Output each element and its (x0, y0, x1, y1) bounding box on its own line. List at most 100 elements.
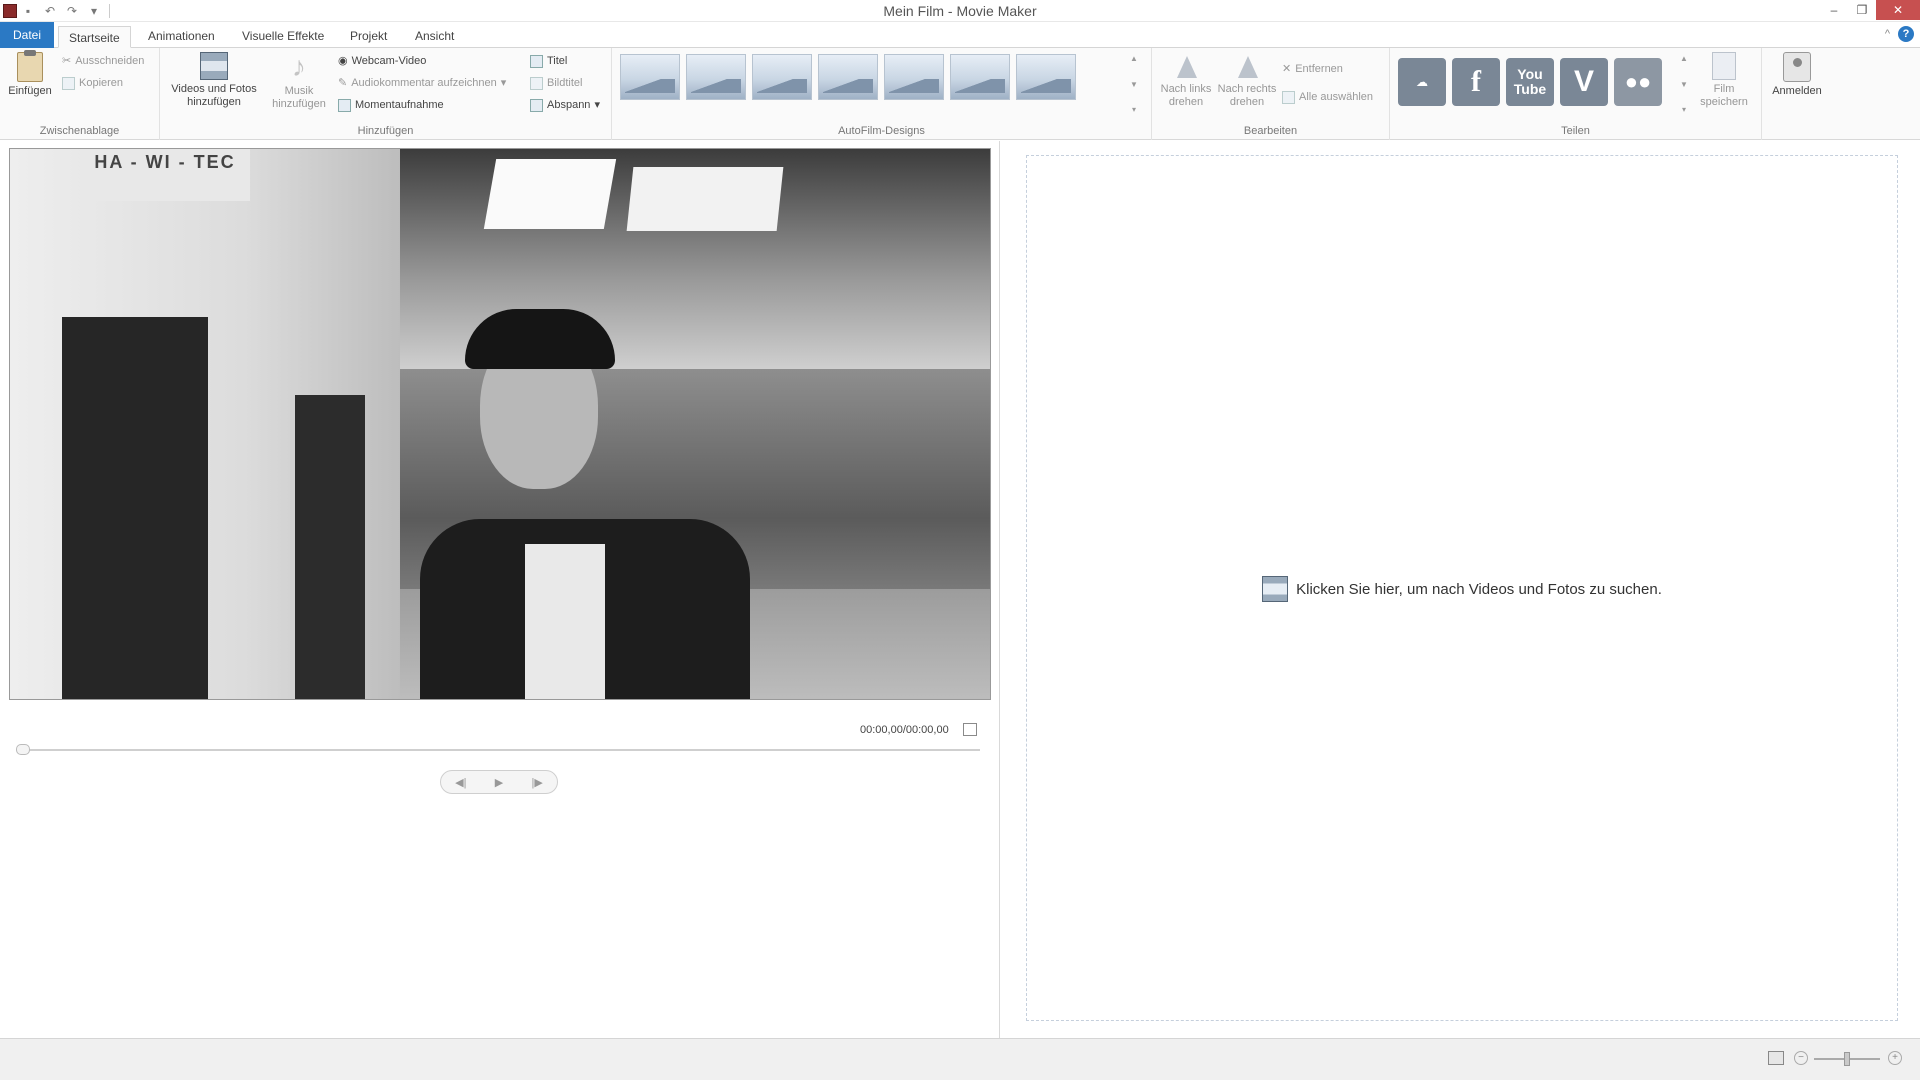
qat-separator (109, 4, 110, 18)
tab-animationen[interactable]: Animationen (146, 25, 217, 47)
scroll-down-icon[interactable]: ▼ (1130, 80, 1138, 89)
minimize-ribbon-icon[interactable]: ^ (1885, 28, 1890, 40)
save-movie-button[interactable]: Film speichern (1694, 52, 1754, 109)
snapshot-label: Momentaufnahme (355, 99, 444, 111)
chevron-down-icon: ▾ (594, 99, 600, 111)
tab-projekt[interactable]: Projekt (348, 25, 389, 47)
seek-thumb[interactable] (16, 744, 30, 755)
add-music-button[interactable]: ♪ Musik hinzufügen (264, 52, 334, 111)
copy-button[interactable]: Kopieren (62, 74, 123, 92)
ribbon-tabs: Datei Startseite Animationen Visuelle Ef… (0, 22, 1920, 48)
storyboard-view-icon[interactable] (1768, 1051, 1784, 1065)
save-movie-label-2: speichern (1700, 96, 1748, 108)
redo-icon[interactable]: ↷ (61, 0, 83, 22)
music-note-icon: ♪ (292, 51, 306, 82)
vimeo-icon[interactable]: V (1560, 58, 1608, 106)
share-gallery-scroll[interactable]: ▲ ▼ ▾ (1678, 54, 1690, 114)
scroll-down-icon[interactable]: ▼ (1680, 80, 1688, 89)
sign-in-button[interactable]: Anmelden (1768, 52, 1826, 98)
cut-label: Ausschneiden (75, 55, 145, 67)
tab-startseite[interactable]: Startseite (58, 26, 131, 48)
paste-label: Einfügen (8, 85, 52, 97)
tab-datei[interactable]: Datei (0, 22, 54, 48)
zoom-in-icon[interactable]: + (1888, 1051, 1902, 1065)
paste-button[interactable]: Einfügen (6, 50, 54, 98)
rotate-left-button[interactable]: Nach links drehen (1156, 52, 1216, 109)
rotate-right-label-1: Nach rechts (1217, 83, 1277, 95)
title-icon (530, 54, 543, 68)
select-all-icon (1282, 90, 1295, 104)
scissors-icon: ✂ (62, 55, 72, 67)
rotate-left-icon (1171, 52, 1201, 80)
youtube-icon[interactable]: You Tube (1506, 58, 1554, 106)
remove-button[interactable]: ✕ Entfernen (1282, 60, 1343, 78)
play-icon[interactable]: ▶ (495, 776, 503, 789)
previous-frame-icon[interactable]: ◀| (455, 776, 466, 789)
theme-thumb[interactable] (620, 54, 680, 100)
storyboard-area[interactable]: Klicken Sie hier, um nach Videos und Fot… (1026, 155, 1898, 1021)
flickr-icon[interactable]: ●● (1614, 58, 1662, 106)
close-icon[interactable]: ✕ (1876, 0, 1920, 20)
minimize-icon[interactable]: – (1820, 0, 1848, 20)
undo-icon[interactable]: ↶ (39, 0, 61, 22)
snapshot-button[interactable]: Momentaufnahme (338, 96, 444, 114)
copy-icon (62, 76, 75, 90)
scene-door (295, 395, 365, 699)
group-edit: Nach links drehen Nach rechts drehen ✕ E… (1152, 48, 1390, 140)
scene-person-cap (465, 309, 615, 369)
gallery-more-icon[interactable]: ▾ (1682, 105, 1686, 114)
rotate-right-button[interactable]: Nach rechts drehen (1214, 52, 1280, 109)
group-label-clipboard: Zwischenablage (39, 125, 120, 137)
youtube-bottom-text: Tube (1513, 81, 1547, 97)
remove-x-icon: ✕ (1282, 63, 1292, 75)
restore-icon[interactable]: ❐ (1848, 0, 1876, 20)
group-label-add: Hinzufügen (357, 125, 414, 137)
save-icon[interactable]: ▪ (17, 0, 39, 22)
vimeo-glyph: V (1573, 65, 1594, 98)
app-icon[interactable] (3, 4, 17, 18)
storyboard-hint[interactable]: Klicken Sie hier, um nach Videos und Fot… (1027, 576, 1897, 602)
theme-thumb[interactable] (950, 54, 1010, 100)
tab-ansicht[interactable]: Ansicht (413, 25, 456, 47)
cut-button[interactable]: ✂ Ausschneiden (62, 52, 144, 70)
fullscreen-icon[interactable] (963, 723, 977, 736)
facebook-glyph: f (1471, 65, 1481, 98)
zoom-out-icon[interactable]: − (1794, 1051, 1808, 1065)
remove-label: Entfernen (1295, 63, 1343, 75)
caption-button[interactable]: Bildtitel (530, 74, 582, 92)
add-music-label-1: Musik (284, 85, 314, 97)
theme-thumb[interactable] (1016, 54, 1076, 100)
webcam-video-button[interactable]: ◉ Webcam-Video (338, 52, 426, 70)
next-frame-icon[interactable]: |▶ (532, 776, 543, 789)
theme-thumb[interactable] (752, 54, 812, 100)
gallery-more-icon[interactable]: ▾ (1132, 105, 1136, 114)
zoom-slider-thumb[interactable] (1844, 1052, 1850, 1066)
tab-visuelle-effekte[interactable]: Visuelle Effekte (240, 25, 326, 47)
customize-qat-icon[interactable]: ▾ (83, 0, 105, 22)
facebook-icon[interactable]: f (1452, 58, 1500, 106)
theme-thumb[interactable] (686, 54, 746, 100)
select-all-button[interactable]: Alle auswählen (1282, 88, 1373, 106)
cloud-icon[interactable]: ☁ (1398, 58, 1446, 106)
rotate-right-icon (1232, 52, 1262, 80)
title-button[interactable]: Titel (530, 52, 567, 70)
sign-in-label: Anmelden (1772, 85, 1822, 97)
scroll-up-icon[interactable]: ▲ (1130, 54, 1138, 63)
group-autofilm-designs: ▲ ▼ ▾ AutoFilm-Designs (612, 48, 1152, 140)
video-preview[interactable]: HA - WI - TEC (9, 148, 991, 700)
microphone-icon: ✎ (338, 77, 348, 89)
time-display: 00:00,00/00:00,00 (860, 724, 949, 736)
add-videos-button[interactable]: Videos und Fotos hinzufügen (166, 52, 262, 109)
theme-gallery-scroll[interactable]: ▲ ▼ ▾ (1128, 54, 1140, 114)
credits-button[interactable]: Abspann ▾ (530, 96, 600, 114)
save-movie-icon (1712, 52, 1736, 80)
scroll-up-icon[interactable]: ▲ (1680, 54, 1688, 63)
narration-button[interactable]: ✎ Audiokommentar aufzeichnen ▾ (338, 74, 506, 92)
youtube-top-text: You (1517, 66, 1543, 82)
seek-bar[interactable] (16, 749, 980, 751)
help-icon[interactable]: ? (1898, 26, 1914, 42)
ribbon: Einfügen ✂ Ausschneiden Kopieren Zwische… (0, 48, 1920, 140)
narration-label: Audiokommentar aufzeichnen (351, 77, 497, 89)
theme-thumb[interactable] (884, 54, 944, 100)
theme-thumb[interactable] (818, 54, 878, 100)
